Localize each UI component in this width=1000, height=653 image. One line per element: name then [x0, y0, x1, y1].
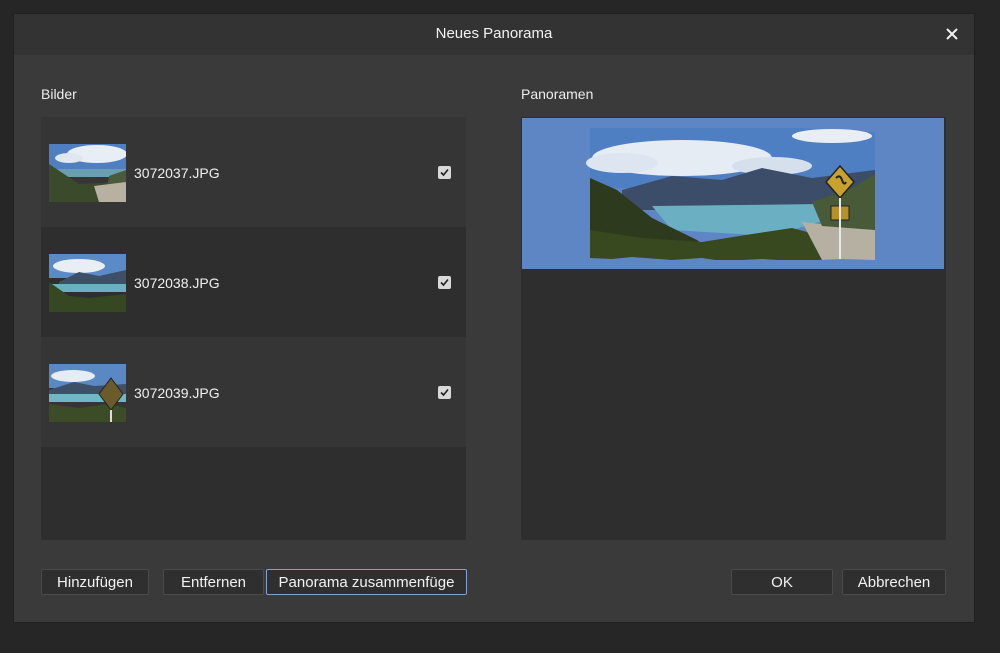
add-button[interactable]: Hinzufügen	[41, 569, 149, 595]
image-thumbnail	[49, 364, 126, 422]
image-include-checkbox[interactable]	[438, 166, 451, 179]
stitch-panorama-button[interactable]: Panorama zusammenfüge	[266, 569, 467, 595]
panoramas-label: Panoramen	[521, 86, 594, 102]
image-include-checkbox[interactable]	[438, 386, 451, 399]
dialog-title: Neues Panorama	[435, 25, 553, 42]
images-list[interactable]: 3072037.JPG 3072038.JPG 3072039.JPG	[41, 117, 466, 540]
dialog-titlebar: Neues Panorama	[14, 14, 974, 55]
close-icon[interactable]	[940, 22, 964, 46]
list-item[interactable]: 3072039.JPG	[41, 337, 466, 447]
panoramas-list[interactable]	[521, 117, 946, 540]
image-filename: 3072038.JPG	[134, 275, 220, 291]
image-thumbnail	[49, 144, 126, 202]
new-panorama-dialog: Neues Panorama Bilder Panoramen 3072037.…	[14, 14, 974, 622]
images-label: Bilder	[41, 86, 77, 102]
remove-button[interactable]: Entfernen	[163, 569, 264, 595]
ok-button[interactable]: OK	[731, 569, 833, 595]
image-include-checkbox[interactable]	[438, 276, 451, 289]
image-filename: 3072037.JPG	[134, 165, 220, 181]
list-item[interactable]: 3072038.JPG	[41, 227, 466, 337]
cancel-button[interactable]: Abbrechen	[842, 569, 946, 595]
list-item[interactable]: 3072037.JPG	[41, 117, 466, 227]
panorama-preview[interactable]	[522, 118, 944, 269]
image-filename: 3072039.JPG	[134, 385, 220, 401]
image-thumbnail	[49, 254, 126, 312]
